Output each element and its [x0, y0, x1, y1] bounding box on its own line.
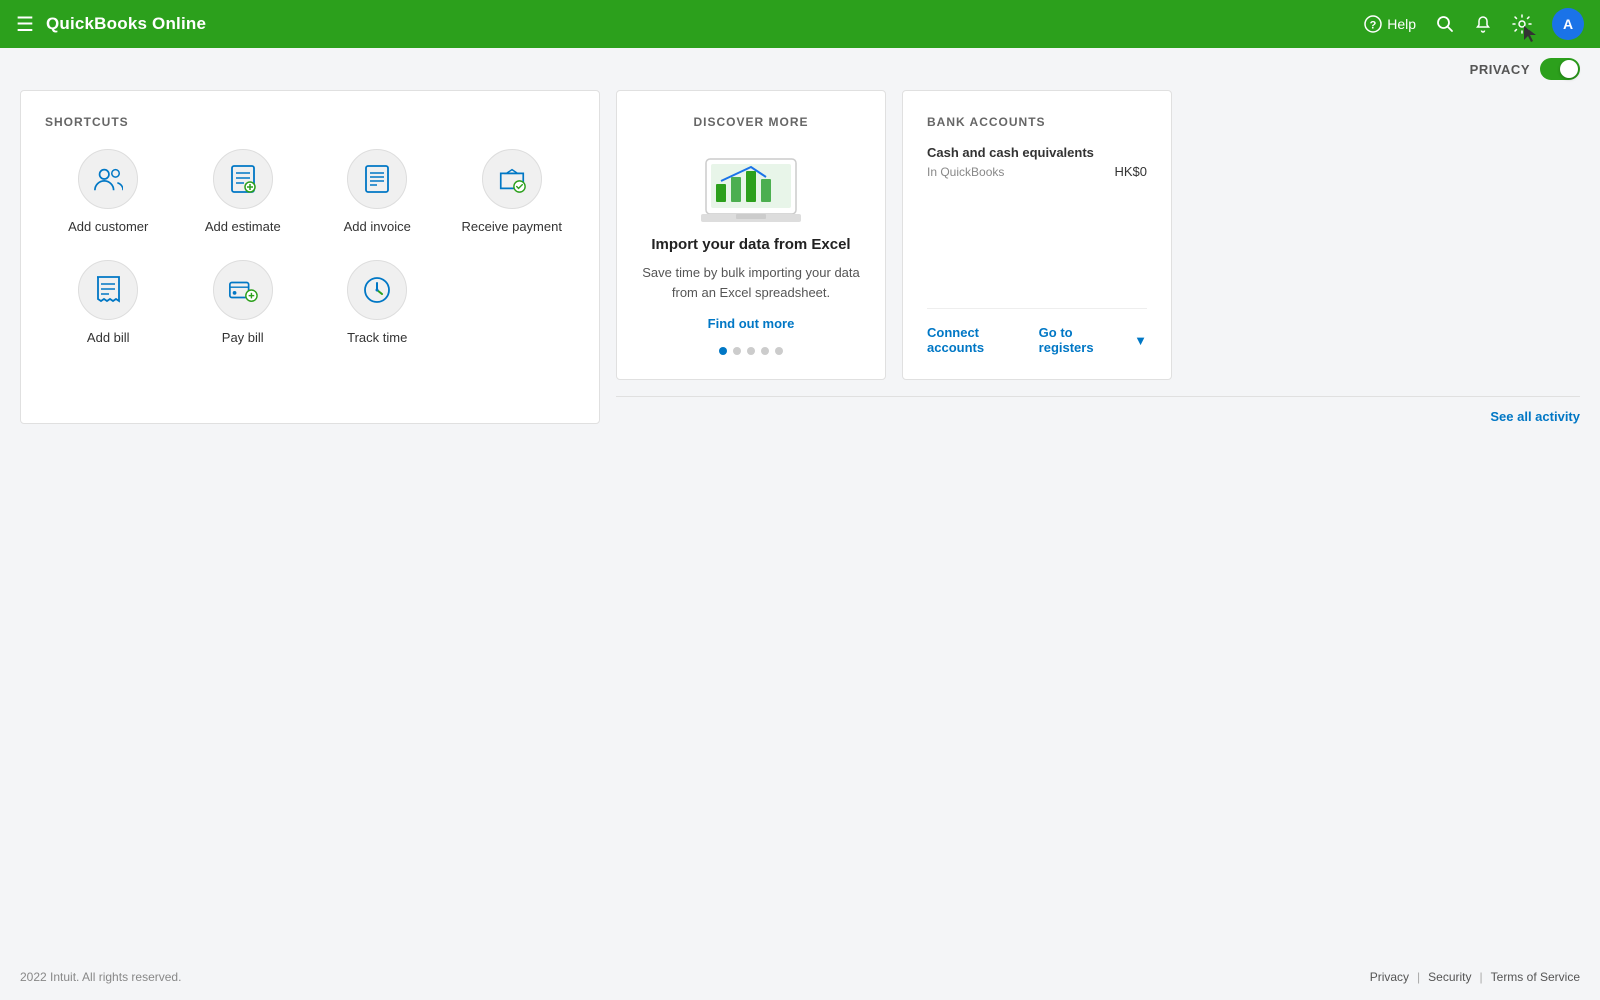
help-label: Help	[1387, 16, 1416, 32]
connect-accounts-link[interactable]: Connect accounts	[927, 325, 1039, 355]
privacy-toggle[interactable]	[1540, 58, 1580, 80]
discover-carousel-dots	[719, 347, 783, 355]
bank-accounts-title: BANK ACCOUNTS	[927, 115, 1147, 129]
settings-button[interactable]	[1512, 14, 1532, 34]
discover-description: Save time by bulk importing your data fr…	[641, 263, 861, 302]
footer-security-link[interactable]: Security	[1428, 970, 1471, 984]
chevron-down-icon: ▼	[1134, 333, 1147, 348]
shortcut-add-estimate[interactable]: Add estimate	[180, 149, 307, 236]
app-logo: QuickBooks Online	[46, 14, 1364, 34]
bank-in-quickbooks-row: In QuickBooks HK$0	[927, 164, 1147, 179]
shortcuts-panel: SHORTCUTS Add customer	[20, 90, 600, 424]
search-button[interactable]	[1436, 15, 1454, 33]
help-button[interactable]: ? Help	[1364, 15, 1416, 33]
user-avatar[interactable]: A	[1552, 8, 1584, 40]
shortcut-track-time[interactable]: Track time	[314, 260, 441, 347]
footer: 2022 Intuit. All rights reserved. Privac…	[0, 954, 1600, 1000]
discover-panel: DISCOVER MORE	[616, 90, 886, 380]
people-icon	[93, 164, 123, 194]
payment-icon	[497, 164, 527, 194]
see-all-activity-link[interactable]: See all activity	[1490, 409, 1580, 424]
shortcut-add-customer[interactable]: Add customer	[45, 149, 172, 236]
svg-text:?: ?	[1370, 20, 1377, 32]
right-panels: DISCOVER MORE	[616, 90, 1580, 424]
track-time-label: Track time	[347, 330, 407, 347]
add-customer-icon-circle	[78, 149, 138, 209]
footer-sep-1: |	[1417, 970, 1420, 984]
pay-bill-icon-circle	[213, 260, 273, 320]
paybill-icon	[228, 275, 258, 305]
dot-3[interactable]	[747, 347, 755, 355]
go-to-registers-link[interactable]: Go to registers ▼	[1039, 325, 1147, 355]
shortcut-pay-bill[interactable]: Pay bill	[180, 260, 307, 347]
discover-title: DISCOVER MORE	[693, 115, 808, 129]
add-estimate-label: Add estimate	[205, 219, 281, 236]
shortcut-receive-payment[interactable]: Receive payment	[449, 149, 576, 236]
discover-main-title: Import your data from Excel	[651, 236, 850, 253]
bank-sub-label: In QuickBooks	[927, 165, 1004, 179]
bank-accounts-panel: BANK ACCOUNTS Cash and cash equivalents …	[902, 90, 1172, 380]
bill-icon	[93, 275, 123, 305]
secondary-panels: DISCOVER MORE	[616, 90, 1580, 380]
add-customer-label: Add customer	[68, 219, 148, 236]
bank-category-label: Cash and cash equivalents	[927, 145, 1147, 160]
help-icon: ?	[1364, 15, 1382, 33]
top-navigation: ☰ QuickBooks Online ? Help	[0, 0, 1600, 48]
dot-5[interactable]	[775, 347, 783, 355]
shortcut-empty	[449, 260, 576, 347]
pay-bill-label: Pay bill	[222, 330, 264, 347]
privacy-label: PRIVACY	[1470, 62, 1530, 77]
add-estimate-icon-circle	[213, 149, 273, 209]
toggle-knob	[1560, 60, 1578, 78]
track-time-icon-circle	[347, 260, 407, 320]
add-bill-icon-circle	[78, 260, 138, 320]
shortcuts-title: SHORTCUTS	[45, 115, 575, 129]
dot-2[interactable]	[733, 347, 741, 355]
invoice-icon	[362, 164, 392, 194]
cards-area: SHORTCUTS Add customer	[0, 90, 1600, 444]
footer-links: Privacy | Security | Terms of Service	[1370, 970, 1580, 984]
footer-copyright: 2022 Intuit. All rights reserved.	[20, 970, 181, 984]
content-wrapper: PRIVACY SHORTCUTS	[0, 48, 1600, 1000]
add-bill-label: Add bill	[87, 330, 130, 347]
add-invoice-label: Add invoice	[344, 219, 411, 236]
dot-1[interactable]	[719, 347, 727, 355]
shortcut-add-invoice[interactable]: Add invoice	[314, 149, 441, 236]
shortcut-add-bill[interactable]: Add bill	[45, 260, 172, 347]
footer-sep-2: |	[1480, 970, 1483, 984]
find-out-more-link[interactable]: Find out more	[708, 316, 795, 331]
activity-bar: See all activity	[616, 396, 1580, 424]
bank-amount: HK$0	[1114, 164, 1147, 179]
footer-tos-link[interactable]: Terms of Service	[1491, 970, 1580, 984]
privacy-bar: PRIVACY	[0, 48, 1600, 90]
receive-payment-label: Receive payment	[462, 219, 562, 236]
shortcuts-row1: Add customer	[45, 149, 575, 236]
hamburger-menu-icon[interactable]: ☰	[16, 12, 34, 37]
search-icon	[1436, 15, 1454, 33]
add-invoice-icon-circle	[347, 149, 407, 209]
receive-payment-icon-circle	[482, 149, 542, 209]
bank-footer: Connect accounts Go to registers ▼	[927, 308, 1147, 355]
go-to-registers-label: Go to registers	[1039, 325, 1130, 355]
dot-4[interactable]	[761, 347, 769, 355]
estimate-icon	[228, 164, 258, 194]
notifications-button[interactable]	[1474, 15, 1492, 33]
shortcuts-row2: Add bill Pay bill	[45, 260, 575, 347]
gear-icon	[1512, 14, 1532, 34]
time-icon	[362, 275, 392, 305]
bell-icon	[1474, 15, 1492, 33]
topnav-right-area: ? Help A	[1364, 8, 1584, 40]
excel-illustration	[696, 149, 806, 224]
footer-privacy-link[interactable]: Privacy	[1370, 970, 1409, 984]
